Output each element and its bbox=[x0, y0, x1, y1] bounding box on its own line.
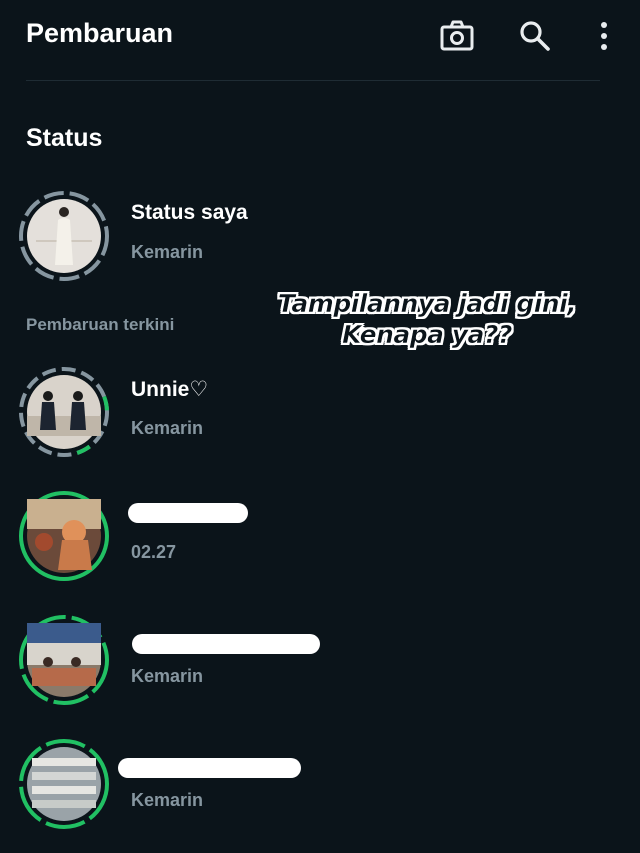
status-avatar[interactable] bbox=[18, 738, 110, 830]
status-list-item[interactable]: 02.27 bbox=[0, 490, 640, 590]
status-avatar[interactable] bbox=[18, 490, 110, 582]
camera-icon[interactable] bbox=[439, 18, 475, 54]
status-time: Kemarin bbox=[131, 666, 204, 686]
status-list-item[interactable]: Unnie♡ Kemarin bbox=[0, 366, 640, 466]
more-vertical-icon[interactable] bbox=[586, 18, 622, 54]
recent-updates-label: Pembaruan terkini bbox=[26, 315, 175, 334]
my-status-time: Kemarin bbox=[131, 242, 204, 262]
overlay-caption-line: Tampilannya jadi gini, bbox=[277, 289, 577, 319]
app-header: Pembaruan bbox=[0, 0, 640, 80]
status-time: 02.27 bbox=[131, 542, 177, 562]
status-time: Kemarin bbox=[131, 418, 204, 438]
status-avatar[interactable] bbox=[18, 366, 110, 458]
overlay-caption: Tampilannya jadi gini, Kenapa ya?? bbox=[262, 288, 592, 350]
status-list-item[interactable]: Kemarin bbox=[0, 614, 640, 714]
redaction-mark bbox=[128, 503, 248, 523]
header-divider bbox=[26, 80, 600, 81]
my-status-name: Status saya bbox=[131, 201, 248, 224]
overlay-caption-line: Kenapa ya?? bbox=[342, 320, 513, 350]
redaction-mark bbox=[132, 634, 320, 654]
my-status-avatar[interactable] bbox=[18, 190, 110, 282]
search-icon[interactable] bbox=[517, 18, 553, 54]
redaction-mark bbox=[118, 758, 301, 778]
page-title: Pembaruan bbox=[26, 18, 174, 48]
my-status-row[interactable]: Status saya Kemarin bbox=[0, 190, 640, 290]
status-section-title: Status bbox=[26, 124, 103, 152]
status-list-item[interactable]: Kemarin bbox=[0, 738, 640, 838]
status-contact-name: Unnie♡ bbox=[131, 378, 209, 401]
status-avatar[interactable] bbox=[18, 614, 110, 706]
status-time: Kemarin bbox=[131, 790, 204, 810]
